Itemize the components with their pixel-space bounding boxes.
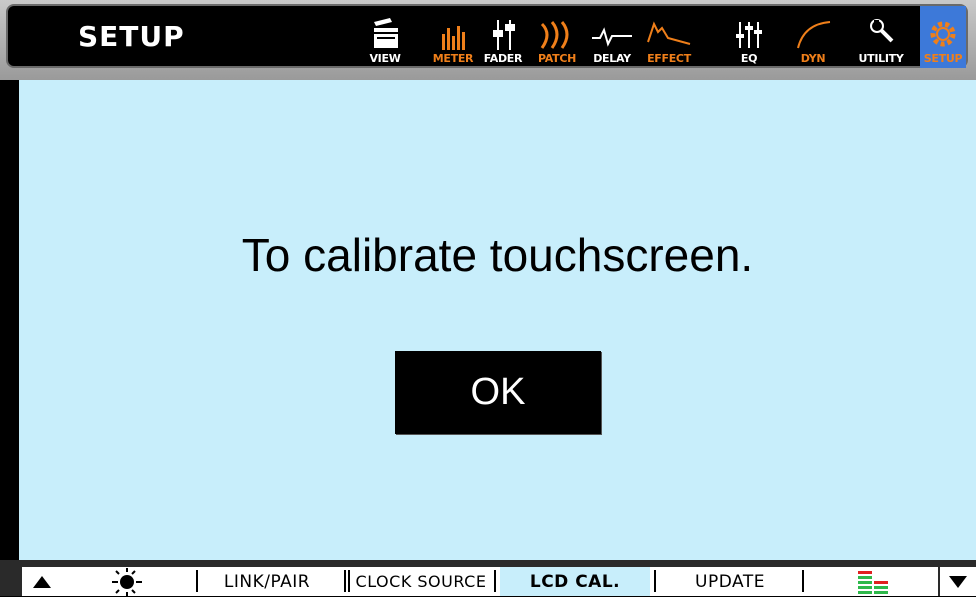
scroll-up-button[interactable] [22,567,62,596]
page-title: SETUP [78,20,185,53]
dyn-icon [797,21,831,49]
tab-lcd-cal[interactable]: LCD CAL. [500,567,650,596]
nav-label: DYN [800,52,826,65]
top-bar-panel: SETUP VIEW METER FADER PATCH DELAY EFFEC… [6,4,968,68]
scroll-down-button[interactable] [940,567,976,596]
ok-button[interactable]: OK [395,351,601,434]
brightness-icon [112,567,142,596]
tab-link-pair[interactable]: LINK/PAIR [192,567,342,596]
brightness-button[interactable] [62,567,192,596]
bottom-bar: LINK/PAIR CLOCK SOURCE LCD CAL. UPDATE [0,560,976,596]
nav-label: EFFECT [647,52,691,65]
fader-icon [493,20,515,50]
tab-label: LCD CAL. [529,571,621,592]
tab-separator [344,570,346,592]
nav-label: FADER [483,52,523,65]
utility-icon [870,19,894,43]
nav-label: METER [432,52,474,65]
tab-update[interactable]: UPDATE [650,567,810,596]
tab-separator [348,570,350,592]
tab-label: CLOCK SOURCE [355,572,487,591]
view-icon [374,18,398,48]
nav-utility[interactable]: UTILITY [844,6,918,68]
setup-gear-icon [930,21,956,47]
nav-label: SETUP [923,52,963,65]
nav-fader[interactable]: FADER [478,6,528,68]
nav-label: DELAY [593,52,631,65]
tab-separator [802,570,804,592]
scroll-up-icon [33,575,51,588]
nav-view[interactable]: VIEW [366,6,404,68]
tab-separator [494,570,496,592]
nav-label: EQ [740,52,758,65]
tab-separator [654,570,656,592]
nav-effect[interactable]: EFFECT [640,6,698,68]
eq-icon [736,22,762,48]
calibration-dialog: To calibrate touchscreen. OK [19,80,976,560]
nav-setup[interactable]: SETUP [920,6,966,68]
tab-label: LINK/PAIR [223,571,311,592]
delay-icon [592,27,632,47]
nav-label: UTILITY [858,52,904,65]
tab-clock-source[interactable]: CLOCK SOURCE [342,567,500,596]
tab-separator [196,570,198,592]
meter-icon [442,26,465,50]
nav-eq[interactable]: EQ [730,6,768,68]
scroll-down-icon [949,575,967,588]
nav-meter[interactable]: METER [428,6,478,68]
level-meter-icon [858,570,888,594]
nav-patch[interactable]: PATCH [530,6,584,68]
dialog-message: To calibrate touchscreen. [241,229,754,281]
nav-delay[interactable]: DELAY [586,6,638,68]
effect-icon [647,21,691,45]
nav-label: VIEW [369,52,401,65]
patch-icon [540,21,569,49]
top-bar: SETUP VIEW METER FADER PATCH DELAY EFFEC… [0,0,976,80]
nav-label: PATCH [538,52,576,65]
tab-label: UPDATE [695,571,765,592]
nav-dyn[interactable]: DYN [790,6,836,68]
level-meter-button[interactable] [810,567,938,596]
